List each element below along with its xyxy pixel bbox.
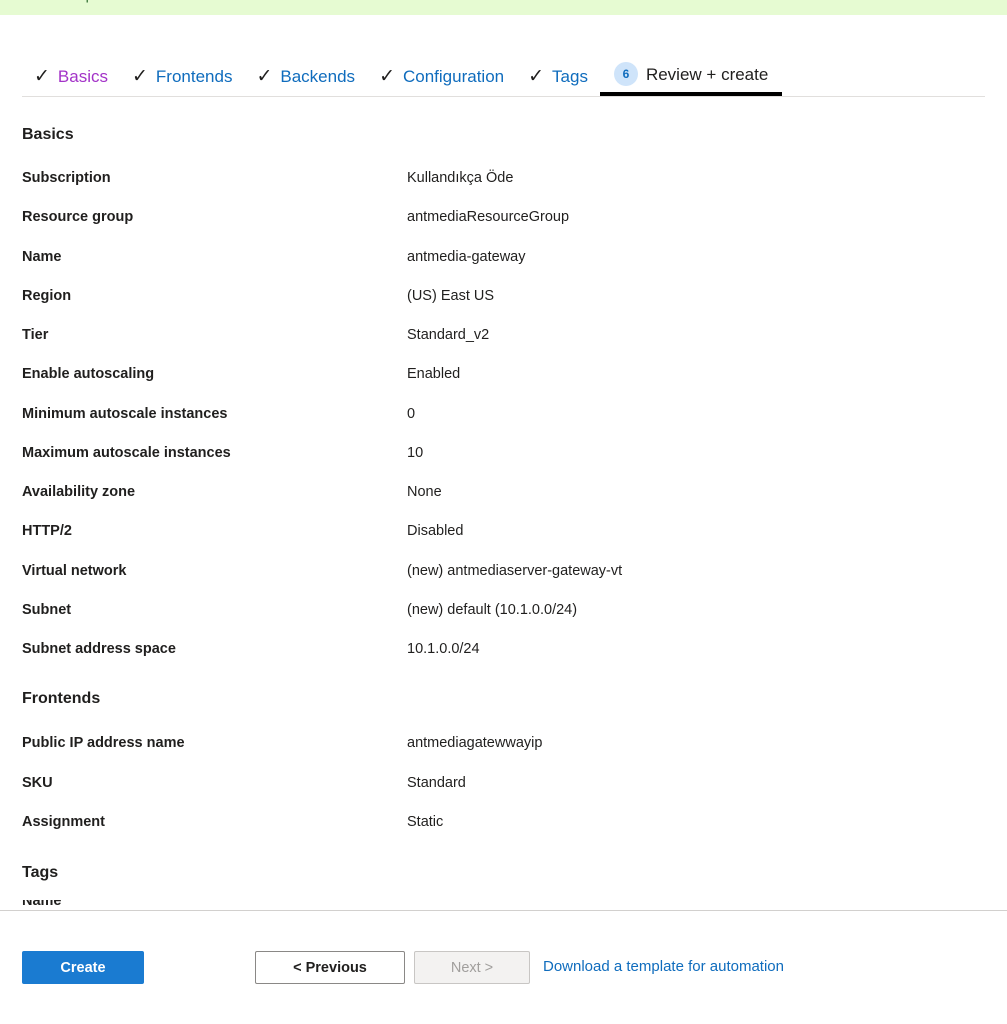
row-label: Tier (22, 327, 49, 343)
row-label: Subscription (22, 170, 111, 186)
row-value: Standard (407, 775, 466, 791)
tab-frontends-label: Frontends (155, 67, 233, 86)
row-value: Standard_v2 (407, 327, 490, 343)
tab-tags-label: Tags (552, 67, 588, 86)
summary-row-subscription: Subscription Kullandıkça Öde (22, 170, 982, 192)
row-value: (new) default (10.1.0.0/24) (407, 602, 578, 618)
summary-row-enable-autoscaling: Enable autoscaling Enabled (22, 366, 982, 388)
row-value: (US) East US (407, 288, 495, 304)
tab-tags[interactable]: ✓ Tags (516, 67, 600, 92)
check-icon: ✓ (256, 66, 273, 87)
summary-row-public-ip-address-name: Public IP address name antmediagatewwayi… (22, 735, 982, 757)
check-icon: ✓ (34, 66, 50, 87)
summary-row-assignment: Assignment Static (22, 814, 982, 836)
row-label: Resource group (22, 209, 134, 225)
tab-backends[interactable]: ✓ Backends (244, 67, 367, 92)
row-label: Assignment (22, 814, 105, 830)
next-button: Next > (414, 951, 530, 984)
row-value: 10 (407, 445, 424, 461)
row-label: Maximum autoscale instances (22, 445, 231, 461)
summary-row-resource-group: Resource group antmediaResourceGroup (22, 209, 982, 231)
tab-configuration[interactable]: ✓ Configuration (367, 67, 516, 92)
row-label: Region (22, 288, 72, 304)
summary-row-max-autoscale-instances: Maximum autoscale instances 10 (22, 445, 982, 467)
previous-button[interactable]: < Previous (255, 951, 405, 984)
tags-table-header-clipped: Name (22, 900, 422, 908)
row-value: antmediaResourceGroup (407, 209, 570, 225)
validation-banner-text: Validation passed (26, 0, 128, 3)
row-label: Subnet address space (22, 641, 176, 657)
step-number-badge: 6 (613, 62, 638, 86)
row-label: Enable autoscaling (22, 366, 155, 382)
wizard-tab-strip: ✓ Basics ✓ Frontends ✓ Backends ✓ Config… (0, 52, 1007, 100)
row-label: HTTP/2 (22, 523, 72, 539)
summary-row-min-autoscale-instances: Minimum autoscale instances 0 (22, 406, 982, 428)
section-title-basics: Basics (22, 126, 74, 143)
review-summary: Basics Subscription Kullandıkça Öde Reso… (0, 110, 1007, 910)
summary-row-availability-zone: Availability zone None (22, 484, 982, 506)
check-icon: ✓ (379, 66, 395, 87)
row-label: Availability zone (22, 484, 136, 500)
row-value: 10.1.0.0/24 (407, 641, 480, 657)
row-value: Disabled (407, 523, 464, 539)
section-title-frontends: Frontends (22, 690, 101, 707)
tags-column-header: Name (22, 900, 62, 908)
tab-frontends[interactable]: ✓ Frontends (120, 67, 244, 92)
tab-basics-label: Basics (57, 67, 108, 86)
row-value: (new) antmediaserver-gateway-vt (407, 563, 623, 579)
create-button[interactable]: Create (22, 951, 144, 984)
tab-basics[interactable]: ✓ Basics (22, 67, 120, 92)
tab-review-create-label: Review + create (645, 64, 769, 84)
wizard-tabs: ✓ Basics ✓ Frontends ✓ Backends ✓ Config… (22, 52, 783, 96)
row-value: Kullandıkça Öde (407, 170, 514, 186)
tab-backends-label: Backends (280, 67, 356, 86)
tab-strip-divider (22, 96, 985, 97)
row-value: antmedia-gateway (407, 249, 526, 265)
row-label: SKU (22, 775, 53, 791)
row-label: Virtual network (22, 563, 127, 579)
summary-row-region: Region (US) East US (22, 288, 982, 310)
check-icon: ✓ (528, 66, 545, 87)
download-template-link[interactable]: Download a template for automation (543, 958, 784, 975)
row-value: antmediagatewwayip (407, 735, 543, 751)
summary-row-name: Name antmedia-gateway (22, 249, 982, 271)
row-label: Minimum autoscale instances (22, 406, 228, 422)
tab-configuration-label: Configuration (402, 67, 505, 86)
summary-row-subnet-address-space: Subnet address space 10.1.0.0/24 (22, 641, 982, 663)
row-value: Enabled (407, 366, 461, 382)
summary-row-sku: SKU Standard (22, 775, 982, 797)
summary-row-virtual-network: Virtual network (new) antmediaserver-gat… (22, 563, 982, 585)
row-value: 0 (407, 406, 416, 422)
row-label: Name (22, 249, 62, 265)
summary-row-http2: HTTP/2 Disabled (22, 523, 982, 545)
tab-review-create[interactable]: 6 Review + create (599, 62, 783, 96)
check-icon: ✓ (132, 66, 148, 87)
footer-action-bar: Create < Previous Next > Download a temp… (0, 911, 1007, 1024)
row-label: Public IP address name (22, 735, 185, 751)
summary-row-tier: Tier Standard_v2 (22, 327, 982, 349)
row-value: Static (407, 814, 444, 830)
row-value: None (407, 484, 442, 500)
section-title-tags: Tags (22, 864, 59, 881)
validation-banner: Validation passed (0, 0, 1007, 15)
summary-row-subnet: Subnet (new) default (10.1.0.0/24) (22, 602, 982, 624)
row-label: Subnet (22, 602, 72, 618)
